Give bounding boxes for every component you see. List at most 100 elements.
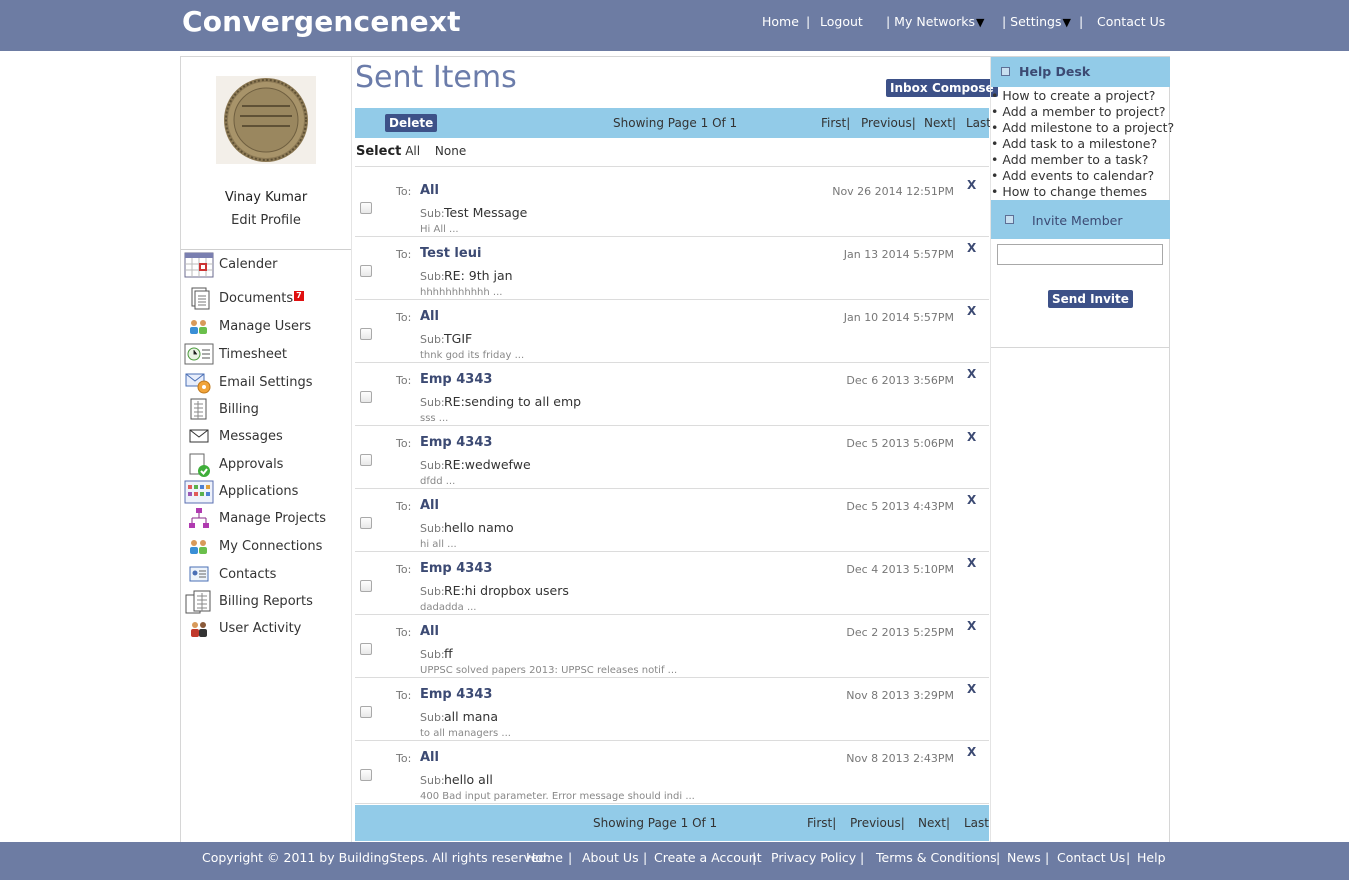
message-subject[interactable]: RE: 9th jan bbox=[444, 268, 513, 283]
sidebar-item-user-activity[interactable]: User Activity bbox=[184, 616, 349, 642]
site-logo[interactable]: Convergencenext bbox=[182, 5, 461, 38]
message-checkbox[interactable] bbox=[360, 769, 372, 781]
message-checkbox[interactable] bbox=[360, 706, 372, 718]
footer-link[interactable]: Terms & Conditions bbox=[876, 850, 997, 865]
help-link[interactable]: • How to create a project? bbox=[991, 88, 1155, 103]
delete-message-icon[interactable]: X bbox=[967, 493, 976, 507]
previous-page-link[interactable]: Previous| bbox=[861, 116, 916, 130]
help-link[interactable]: • Add member to a task? bbox=[991, 152, 1148, 167]
message-row[interactable]: To: All Dec 2 2013 5:25PM X Sub: ff UPPSC solv… bbox=[355, 615, 989, 678]
help-link[interactable]: • How to change themes bbox=[991, 184, 1147, 199]
sidebar-item-my-connections[interactable]: My Connections bbox=[184, 534, 349, 560]
message-row[interactable]: To: Emp 4343 Dec 6 2013 3:56PM X Sub: RE:send… bbox=[355, 363, 989, 426]
footer-link[interactable]: Privacy Policy bbox=[771, 850, 856, 865]
sidebar-item-email-settings[interactable]: Email Settings bbox=[184, 370, 349, 396]
message-subject[interactable]: hello all bbox=[444, 772, 493, 787]
sidebar-item-manage-users[interactable]: Manage Users bbox=[184, 314, 349, 340]
message-recipient[interactable]: Emp 4343 bbox=[420, 435, 492, 450]
sidebar-item-timesheet[interactable]: Timesheet bbox=[184, 342, 349, 368]
sidebar-item-messages[interactable]: Messages bbox=[184, 424, 349, 450]
message-recipient[interactable]: All bbox=[420, 624, 439, 639]
avatar[interactable] bbox=[216, 76, 316, 164]
message-row[interactable]: To: All Nov 26 2014 12:51PM X Sub: Test Messa… bbox=[355, 174, 989, 237]
message-subject[interactable]: hello namo bbox=[444, 520, 514, 535]
message-recipient[interactable]: Test leui bbox=[420, 246, 481, 261]
help-link[interactable]: • Add task to a milestone? bbox=[991, 136, 1157, 151]
message-checkbox[interactable] bbox=[360, 391, 372, 403]
footer-link[interactable]: Home bbox=[526, 850, 563, 865]
delete-message-icon[interactable]: X bbox=[967, 619, 976, 633]
next-page-link[interactable]: Next| bbox=[918, 816, 950, 830]
message-row[interactable]: To: All Dec 5 2013 4:43PM X Sub: hello namo hi… bbox=[355, 489, 989, 552]
nav-settings-menu[interactable]: | Settings▼ bbox=[1002, 14, 1071, 29]
message-row[interactable]: To: All Nov 8 2013 2:43PM X Sub: hello all 400… bbox=[355, 741, 989, 804]
select-none-link[interactable]: None bbox=[435, 144, 466, 158]
sidebar-item-manage-projects[interactable]: Manage Projects bbox=[184, 506, 349, 532]
delete-message-icon[interactable]: X bbox=[967, 178, 976, 192]
last-page-link[interactable]: Last bbox=[966, 116, 991, 130]
footer-link[interactable]: Help bbox=[1137, 850, 1166, 865]
sidebar-item-billing-reports[interactable]: Billing Reports bbox=[184, 589, 349, 615]
help-link[interactable]: • Add milestone to a project? bbox=[991, 120, 1174, 135]
message-subject[interactable]: ff bbox=[444, 646, 453, 661]
message-recipient[interactable]: All bbox=[420, 498, 439, 513]
message-recipient[interactable]: Emp 4343 bbox=[420, 687, 492, 702]
message-subject[interactable]: RE:hi dropbox users bbox=[444, 583, 569, 598]
delete-message-icon[interactable]: X bbox=[967, 241, 976, 255]
message-recipient[interactable]: All bbox=[420, 183, 439, 198]
footer-link[interactable]: About Us bbox=[582, 850, 639, 865]
send-invite-button[interactable]: Send Invite bbox=[1048, 290, 1133, 308]
footer-link[interactable]: Contact Us bbox=[1057, 850, 1125, 865]
message-recipient[interactable]: All bbox=[420, 750, 439, 765]
message-row[interactable]: To: Emp 4343 Nov 8 2013 3:29PM X Sub: all man… bbox=[355, 678, 989, 741]
edit-profile-link[interactable]: Edit Profile bbox=[181, 213, 351, 228]
message-subject[interactable]: all mana bbox=[444, 709, 498, 724]
nav-home-link[interactable]: Home bbox=[762, 14, 799, 29]
message-checkbox[interactable] bbox=[360, 328, 372, 340]
inbox-button[interactable]: Inbox bbox=[886, 79, 932, 97]
delete-message-icon[interactable]: X bbox=[967, 745, 976, 759]
sidebar-item-documents[interactable]: Documents 7 bbox=[184, 286, 349, 312]
nav-my-networks-menu[interactable]: | My Networks▼ bbox=[886, 14, 985, 29]
next-page-link[interactable]: Next| bbox=[924, 116, 956, 130]
last-page-link[interactable]: Last bbox=[964, 816, 989, 830]
message-checkbox[interactable] bbox=[360, 265, 372, 277]
delete-message-icon[interactable]: X bbox=[967, 367, 976, 381]
message-row[interactable]: To: Test leui Jan 13 2014 5:57PM X Sub: RE: 9… bbox=[355, 237, 989, 300]
message-checkbox[interactable] bbox=[360, 454, 372, 466]
footer-link[interactable]: Create a Account bbox=[654, 850, 762, 865]
message-subject[interactable]: Test Message bbox=[444, 205, 527, 220]
delete-message-icon[interactable]: X bbox=[967, 556, 976, 570]
message-checkbox[interactable] bbox=[360, 643, 372, 655]
message-row[interactable]: To: All Jan 10 2014 5:57PM X Sub: TGIF thnk go… bbox=[355, 300, 989, 363]
help-link[interactable]: • Add events to calendar? bbox=[991, 168, 1154, 183]
message-checkbox[interactable] bbox=[360, 202, 372, 214]
sidebar-item-billing[interactable]: Billing bbox=[184, 397, 349, 423]
message-checkbox[interactable] bbox=[360, 517, 372, 529]
sidebar-item-approvals[interactable]: Approvals bbox=[184, 452, 349, 478]
sidebar-item-applications[interactable]: Applications bbox=[184, 479, 349, 505]
delete-message-icon[interactable]: X bbox=[967, 682, 976, 696]
message-subject[interactable]: RE:sending to all emp bbox=[444, 394, 581, 409]
sidebar-item-contacts[interactable]: Contacts bbox=[184, 562, 349, 588]
delete-button[interactable]: Delete bbox=[385, 114, 438, 132]
previous-page-link[interactable]: Previous| bbox=[850, 816, 905, 830]
message-recipient[interactable]: All bbox=[420, 309, 439, 324]
invite-email-input[interactable] bbox=[997, 244, 1163, 265]
footer-link[interactable]: News bbox=[1007, 850, 1041, 865]
message-checkbox[interactable] bbox=[360, 580, 372, 592]
sidebar-item-calender[interactable]: Calender bbox=[184, 252, 349, 278]
first-page-link[interactable]: First| bbox=[821, 116, 850, 130]
delete-message-icon[interactable]: X bbox=[967, 304, 976, 318]
message-recipient[interactable]: Emp 4343 bbox=[420, 372, 492, 387]
compose-button[interactable]: Compose bbox=[928, 79, 998, 97]
message-recipient[interactable]: Emp 4343 bbox=[420, 561, 492, 576]
message-subject[interactable]: RE:wedwefwe bbox=[444, 457, 531, 472]
nav-logout-link[interactable]: Logout bbox=[820, 14, 863, 29]
help-link[interactable]: • Add a member to project? bbox=[991, 104, 1166, 119]
nav-contact-link[interactable]: Contact Us bbox=[1097, 14, 1165, 29]
first-page-link[interactable]: First| bbox=[807, 816, 836, 830]
message-subject[interactable]: TGIF bbox=[444, 331, 472, 346]
select-all-link[interactable]: All bbox=[405, 144, 420, 158]
message-row[interactable]: To: Emp 4343 Dec 5 2013 5:06PM X Sub: RE:wedw… bbox=[355, 426, 989, 489]
